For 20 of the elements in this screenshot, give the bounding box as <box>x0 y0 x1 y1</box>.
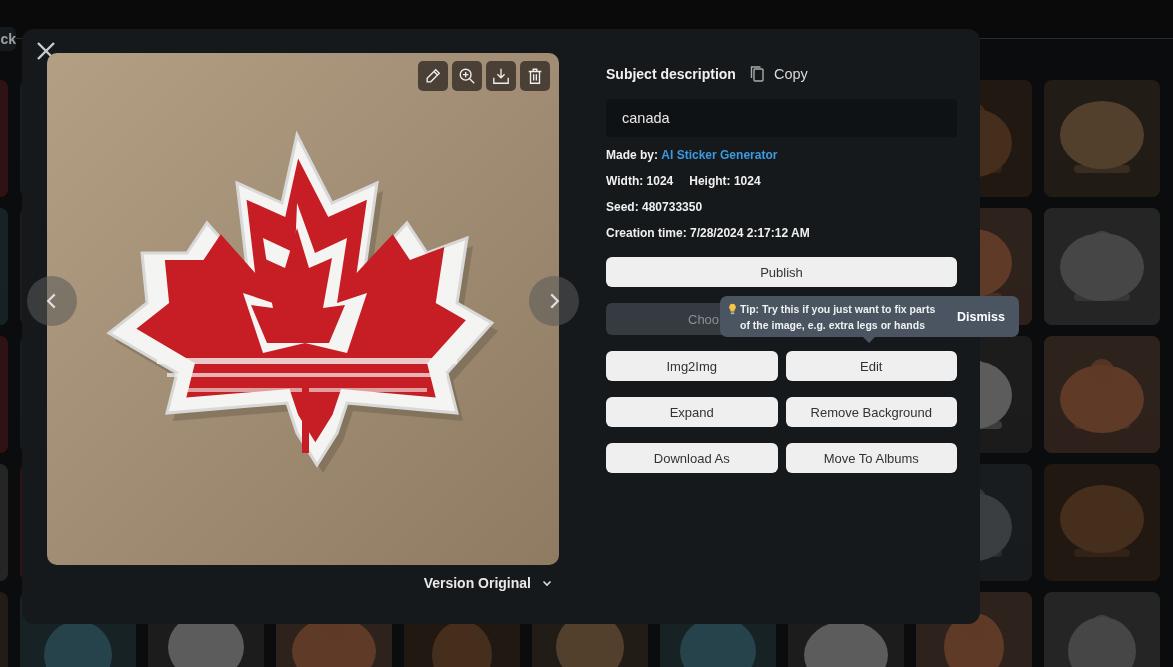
action-button[interactable]: Remove Background <box>785 397 957 427</box>
detail-text: Height: 1024 <box>689 174 761 188</box>
dismiss-button[interactable]: Dismiss <box>957 309 1005 324</box>
detail-text: Made by: AI Sticker Generator <box>606 148 778 162</box>
copy-button[interactable]: Copy <box>747 65 808 83</box>
action-button[interactable]: Move To Albums <box>785 443 957 473</box>
action-button[interactable]: Edit <box>785 351 957 381</box>
generator-link[interactable]: AI Sticker Generator <box>661 148 778 162</box>
subject-field[interactable]: canada <box>606 99 957 137</box>
tooltip-text: Tip: Try this if you just want to fix parts of the image, e.g. extra legs or hands <box>740 301 937 333</box>
action-button[interactable]: Img2Img <box>606 351 778 381</box>
action-button[interactable]: Publish <box>606 257 957 287</box>
detail-text: Creation time: 7/28/2024 2:17:12 AM <box>606 226 810 240</box>
version-dropdown[interactable]: Version Original <box>423 575 553 591</box>
section-title: Subject description <box>606 66 736 82</box>
back-button[interactable]: ck <box>0 27 16 51</box>
action-button[interactable]: Expand <box>606 397 778 427</box>
action-button[interactable]: Download As <box>606 443 778 473</box>
detail-text: Width: 1024 <box>606 174 674 188</box>
detail-text: Seed: 480733350 <box>606 200 703 214</box>
